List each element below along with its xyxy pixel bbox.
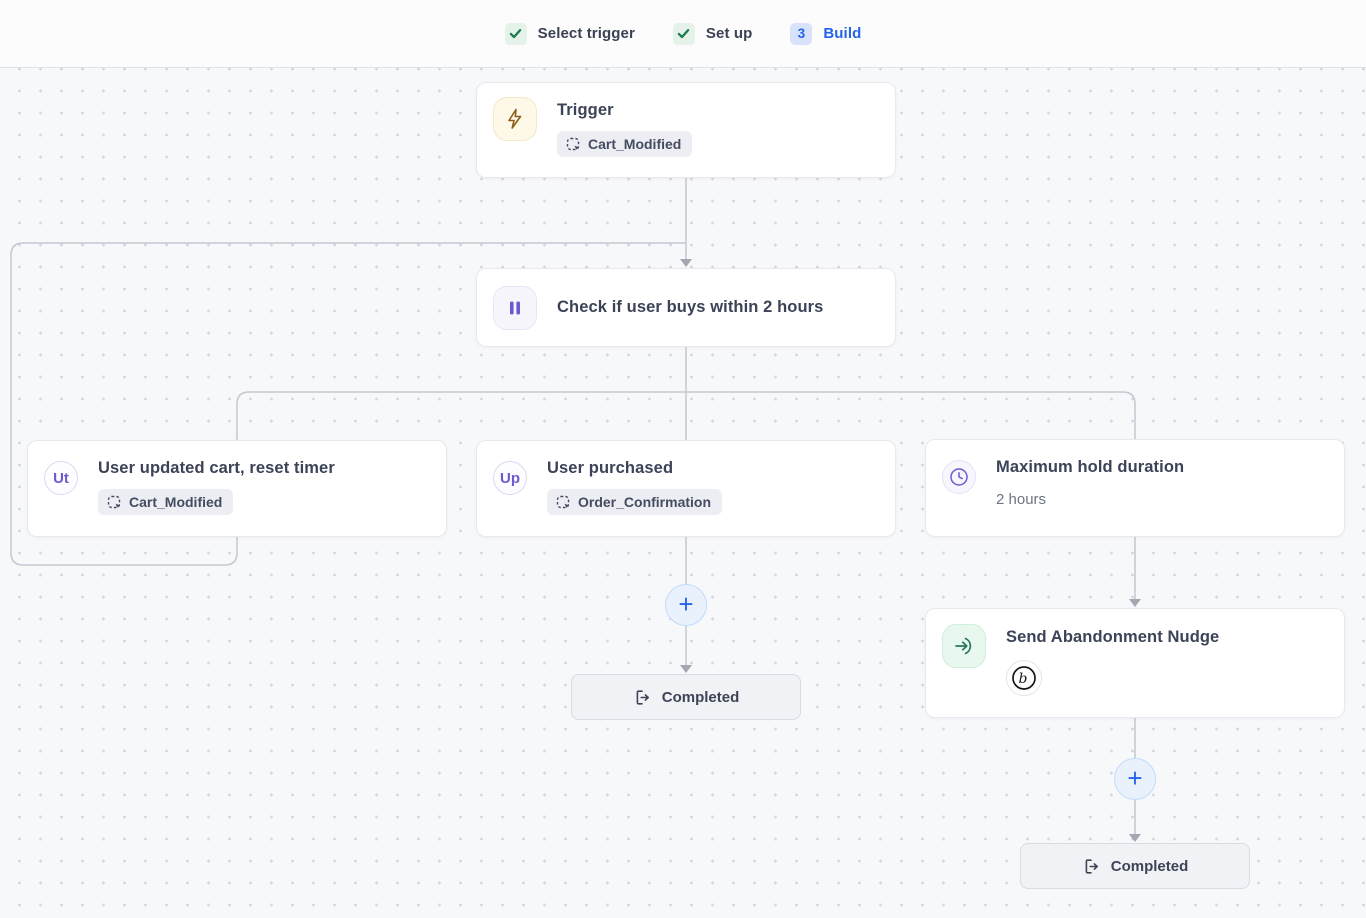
pause-icon: [493, 286, 537, 330]
enter-arrow-icon: [942, 624, 986, 668]
selection-box-icon: [566, 137, 581, 152]
plus-icon: +: [678, 591, 693, 617]
step-select-trigger[interactable]: Select trigger: [505, 23, 635, 45]
step-build[interactable]: 3 Build: [790, 23, 861, 45]
flow-canvas[interactable]: Trigger Cart_Modified Check if user buys…: [0, 68, 1366, 918]
node-title: Maximum hold duration: [996, 458, 1184, 477]
branch-max-hold-node[interactable]: Maximum hold duration 2 hours: [925, 439, 1345, 537]
step-label: Select trigger: [538, 25, 635, 42]
exit-label: Completed: [662, 689, 740, 706]
event-tag-label: Cart_Modified: [588, 136, 681, 152]
event-tag: Cart_Modified: [557, 131, 692, 157]
arrowhead-completed-right: [1129, 834, 1141, 842]
branch-purchased-node[interactable]: Up User purchased Order_Confirmation: [476, 440, 896, 537]
branch-avatar: Ut: [44, 461, 78, 495]
braze-logo-icon: b: [1006, 660, 1042, 696]
event-tag-label: Cart_Modified: [129, 494, 222, 510]
completed-exit-right[interactable]: Completed: [1020, 843, 1250, 889]
completed-exit-center[interactable]: Completed: [571, 674, 801, 720]
check-icon: [673, 23, 695, 45]
event-tag-label: Order_Confirmation: [578, 494, 711, 510]
step-label: Build: [823, 25, 861, 42]
event-tag: Order_Confirmation: [547, 489, 722, 515]
node-title: User purchased: [547, 459, 722, 478]
send-nudge-node[interactable]: Send Abandonment Nudge b: [925, 608, 1345, 718]
exit-icon: [633, 688, 652, 707]
node-subtitle: 2 hours: [996, 491, 1184, 508]
arrowhead-check: [680, 259, 692, 267]
svg-text:b: b: [1019, 671, 1028, 687]
exit-icon: [1082, 857, 1101, 876]
node-title: Check if user buys within 2 hours: [557, 298, 823, 317]
add-step-button-right[interactable]: +: [1114, 758, 1156, 800]
selection-box-icon: [556, 495, 571, 510]
selection-box-icon: [107, 495, 122, 510]
lightning-icon: [493, 97, 537, 141]
arrowhead-nudge: [1129, 599, 1141, 607]
branch-reset-timer-node[interactable]: Ut User updated cart, reset timer Cart_M…: [27, 440, 447, 537]
plus-icon: +: [1127, 765, 1142, 791]
check-icon: [505, 23, 527, 45]
branch-avatar: Up: [493, 461, 527, 495]
node-title: User updated cart, reset timer: [98, 459, 335, 478]
arrowhead-completed-center: [680, 665, 692, 673]
wait-check-node[interactable]: Check if user buys within 2 hours: [476, 268, 896, 347]
node-title: Send Abandonment Nudge: [1006, 628, 1219, 647]
step-set-up[interactable]: Set up: [673, 23, 752, 45]
node-title: Trigger: [557, 101, 692, 120]
exit-label: Completed: [1111, 858, 1189, 875]
add-step-button-center[interactable]: +: [665, 584, 707, 626]
trigger-node[interactable]: Trigger Cart_Modified: [476, 82, 896, 178]
step-label: Set up: [706, 25, 752, 42]
workflow-builder-page: Select trigger Set up 3 Build: [0, 0, 1366, 918]
wizard-steps-bar: Select trigger Set up 3 Build: [0, 0, 1366, 68]
step-number-badge: 3: [790, 23, 812, 45]
clock-icon: [942, 460, 976, 494]
event-tag: Cart_Modified: [98, 489, 233, 515]
